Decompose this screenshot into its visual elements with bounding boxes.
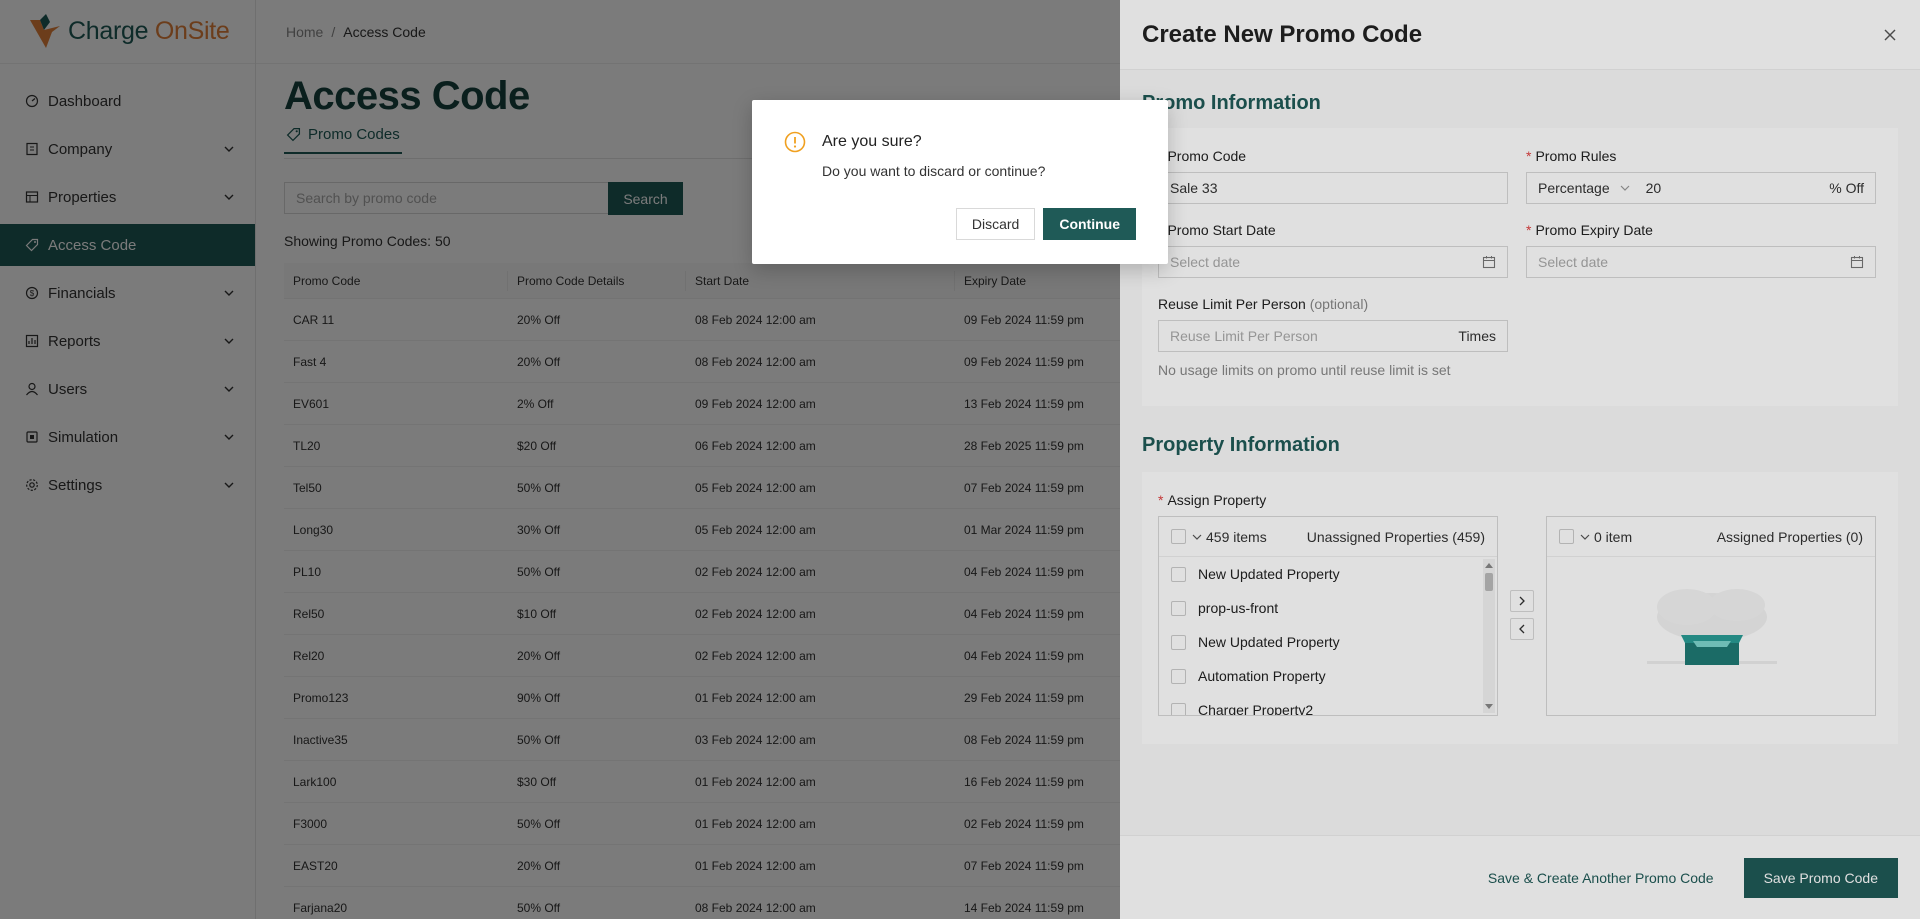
warning-icon [784, 131, 806, 153]
dialog-title: Are you sure? [822, 133, 922, 150]
dialog-message: Do you want to discard or continue? [822, 163, 1046, 179]
discard-button[interactable]: Discard [955, 208, 1036, 240]
continue-button[interactable]: Continue [1043, 208, 1136, 240]
confirm-dialog: Are you sure? Do you want to discard or … [752, 100, 1168, 264]
dialog-actions: Discard Continue [955, 208, 1136, 240]
